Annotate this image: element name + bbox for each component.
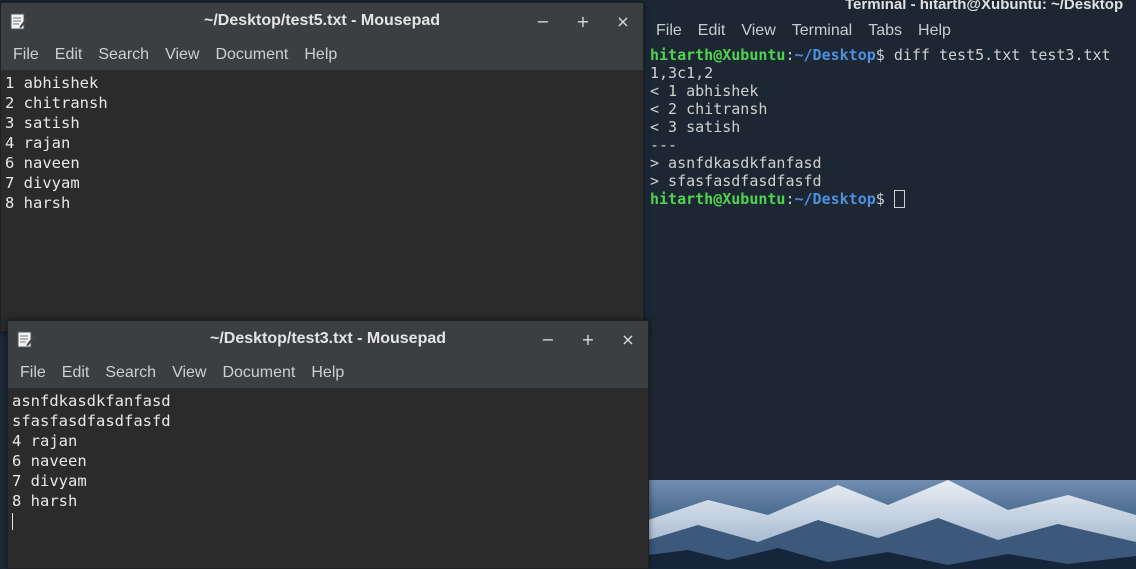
terminal-menu-file[interactable]: File: [648, 22, 690, 40]
terminal-command: diff test5.txt test3.txt: [893, 46, 1111, 64]
terminal-output-line: 1,3c1,2: [650, 64, 714, 82]
prompt-separator: :: [785, 190, 795, 208]
text-line: 8 harsh: [12, 492, 78, 510]
mousepad-window-test5[interactable]: ~/Desktop/test5.txt - Mousepad − + × Fil…: [0, 2, 644, 332]
mountain-wallpaper-icon: [648, 480, 1136, 569]
menu-help[interactable]: Help: [296, 46, 345, 64]
mousepad-window-test3[interactable]: ~/Desktop/test3.txt - Mousepad − + × Fil…: [7, 320, 649, 569]
text-editor[interactable]: 1 abhishek 2 chitransh 3 satish 4 rajan …: [1, 71, 643, 331]
text-line: 2 chitransh: [5, 94, 108, 112]
menu-search[interactable]: Search: [90, 46, 157, 64]
minimize-button[interactable]: −: [523, 3, 563, 39]
prompt-path: ~/Desktop: [794, 190, 876, 208]
menu-document[interactable]: Document: [214, 364, 303, 382]
terminal-menu-tabs[interactable]: Tabs: [860, 22, 910, 40]
prompt-separator: :: [785, 46, 795, 64]
terminal-output-line: > asnfdkasdkfanfasd: [650, 154, 822, 172]
mousepad-icon: [17, 331, 36, 348]
menu-search[interactable]: Search: [97, 364, 164, 382]
terminal-output-line: < 3 satish: [650, 118, 741, 136]
menu-view[interactable]: View: [157, 46, 207, 64]
menubar: File Edit Search View Document Help: [8, 357, 648, 389]
terminal-window[interactable]: File Edit View Terminal Tabs Help hitart…: [648, 0, 1136, 480]
mousepad-icon: [10, 13, 29, 30]
prompt-end: $: [875, 190, 894, 208]
desktop-wallpaper: [648, 480, 1136, 569]
text-line: sfasfasdfasdfasfd: [12, 412, 171, 430]
prompt-path: ~/Desktop: [794, 46, 876, 64]
minimize-button[interactable]: −: [528, 321, 568, 357]
terminal-prompt-line[interactable]: hitarth@Xubuntu:~/Desktop$: [650, 190, 1134, 208]
maximize-button[interactable]: +: [563, 3, 603, 39]
text-line: 4 rajan: [12, 432, 78, 450]
menu-file[interactable]: File: [12, 364, 54, 382]
terminal-command-line: hitarth@Xubuntu:~/Desktop$ diff test5.tx…: [650, 46, 1134, 64]
terminal-title: Terminal - hitarth@Xubuntu: ~/Desktop: [845, 0, 1124, 13]
prompt-user: hitarth@Xubuntu: [650, 190, 786, 208]
close-button[interactable]: ×: [603, 3, 643, 39]
terminal-output-line: > sfasfasdfasdfasfd: [650, 172, 822, 190]
text-line: asnfdkasdkfanfasd: [12, 392, 171, 410]
menu-edit[interactable]: Edit: [54, 364, 98, 382]
close-button[interactable]: ×: [608, 321, 648, 357]
prompt-user: hitarth@Xubuntu: [650, 46, 786, 64]
text-cursor-line: [12, 511, 644, 531]
text-line: 3 satish: [5, 114, 80, 132]
text-line: 4 rajan: [5, 134, 71, 152]
text-editor[interactable]: asnfdkasdkfanfasd sfasfasdfasdfasfd 4 ra…: [8, 389, 648, 568]
text-line: 1 abhishek: [5, 74, 99, 92]
terminal-output-line: ---: [650, 136, 678, 154]
menu-view[interactable]: View: [164, 364, 214, 382]
terminal-output-line: < 1 abhishek: [650, 82, 759, 100]
text-cursor: [12, 513, 13, 530]
titlebar[interactable]: ~/Desktop/test3.txt - Mousepad − + ×: [8, 321, 648, 357]
text-line: 7 divyam: [5, 174, 80, 192]
text-line: 6 naveen: [12, 452, 87, 470]
maximize-button[interactable]: +: [568, 321, 608, 357]
terminal-menu-help[interactable]: Help: [910, 22, 959, 40]
menubar: File Edit Search View Document Help: [1, 39, 643, 71]
terminal-output-line: < 2 chitransh: [650, 100, 768, 118]
terminal-output[interactable]: hitarth@Xubuntu:~/Desktop$ diff test5.tx…: [648, 46, 1136, 208]
menu-help[interactable]: Help: [303, 364, 352, 382]
text-line: 6 naveen: [5, 154, 80, 172]
text-line: 8 harsh: [5, 194, 71, 212]
terminal-menu-edit[interactable]: Edit: [690, 22, 734, 40]
terminal-cursor: [893, 190, 905, 208]
terminal-menu-view[interactable]: View: [733, 22, 783, 40]
menu-document[interactable]: Document: [207, 46, 296, 64]
menu-file[interactable]: File: [5, 46, 47, 64]
terminal-menu-terminal[interactable]: Terminal: [784, 22, 860, 40]
titlebar[interactable]: ~/Desktop/test5.txt - Mousepad − + ×: [1, 3, 643, 39]
prompt-end: $: [875, 46, 894, 64]
terminal-menubar: File Edit View Terminal Tabs Help: [648, 16, 1136, 46]
menu-edit[interactable]: Edit: [47, 46, 91, 64]
text-line: 7 divyam: [12, 472, 87, 490]
